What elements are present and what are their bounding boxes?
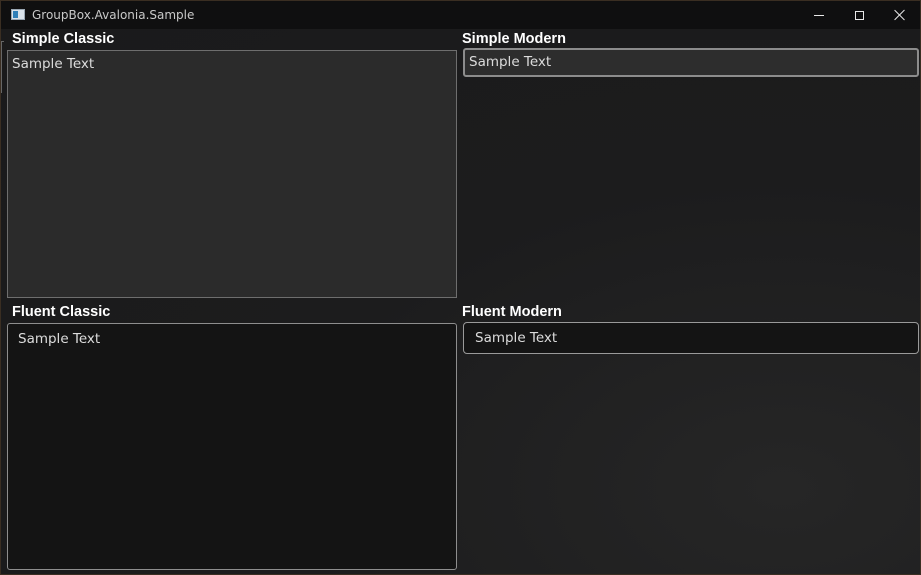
- fluent-modern-header: Fluent Modern: [462, 304, 562, 320]
- minimize-button[interactable]: [798, 1, 840, 29]
- window-title: GroupBox.Avalonia.Sample: [32, 8, 195, 22]
- simple-modern-header: Simple Modern: [462, 31, 566, 47]
- fluent-modern-content: Sample Text: [475, 330, 558, 346]
- app-window-icon: [11, 9, 25, 20]
- close-icon: [894, 9, 906, 21]
- simple-classic-groupbox: Sample Text: [7, 50, 457, 298]
- simple-classic-header: Simple Classic: [12, 31, 115, 47]
- minimize-icon: [814, 14, 824, 16]
- close-button[interactable]: [879, 1, 920, 29]
- fluent-classic-content: Sample Text: [18, 331, 101, 347]
- maximize-button[interactable]: [838, 1, 880, 29]
- simple-modern-content: Sample Text: [469, 54, 552, 70]
- simple-classic-content: Sample Text: [12, 56, 95, 72]
- maximize-icon: [854, 10, 864, 20]
- title-bar[interactable]: GroupBox.Avalonia.Sample: [1, 1, 920, 29]
- app-window: GroupBox.Avalonia.Sample Simple Classic …: [0, 0, 921, 575]
- fluent-classic-groupbox: Sample Text: [7, 323, 457, 570]
- fluent-classic-header: Fluent Classic: [12, 304, 111, 320]
- fluent-modern-groupbox: Sample Text: [463, 322, 919, 354]
- group-frame-edge: [1, 41, 4, 93]
- simple-modern-groupbox: Sample Text: [463, 48, 919, 77]
